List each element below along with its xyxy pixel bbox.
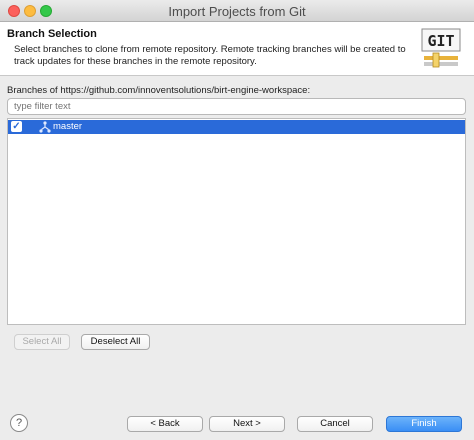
- branch-icon: [39, 121, 51, 133]
- git-logo-icon: GIT: [421, 28, 461, 68]
- branch-list[interactable]: ✓ master: [7, 118, 466, 325]
- branches-label: Branches of https://github.com/innovents…: [7, 85, 311, 96]
- page-description: Select branches to clone from remote rep…: [14, 44, 406, 67]
- svg-text:GIT: GIT: [427, 32, 454, 50]
- cancel-button[interactable]: Cancel: [297, 416, 373, 432]
- branch-row-master[interactable]: ✓ master: [8, 120, 465, 134]
- page-title: Branch Selection: [7, 28, 97, 40]
- help-icon[interactable]: ?: [10, 414, 28, 432]
- deselect-all-button[interactable]: Deselect All: [81, 334, 150, 350]
- title-bar: Import Projects from Git: [0, 0, 474, 22]
- wizard-header: Branch Selection Select branches to clon…: [0, 22, 474, 76]
- branch-name: master: [53, 121, 83, 132]
- finish-button[interactable]: Finish: [386, 416, 462, 432]
- select-all-button[interactable]: Select All: [14, 334, 70, 350]
- next-button[interactable]: Next >: [209, 416, 285, 432]
- branch-filter-input[interactable]: [7, 98, 466, 115]
- window-title: Import Projects from Git: [168, 4, 306, 19]
- back-button[interactable]: < Back: [127, 416, 203, 432]
- branch-checkbox[interactable]: ✓: [11, 121, 22, 132]
